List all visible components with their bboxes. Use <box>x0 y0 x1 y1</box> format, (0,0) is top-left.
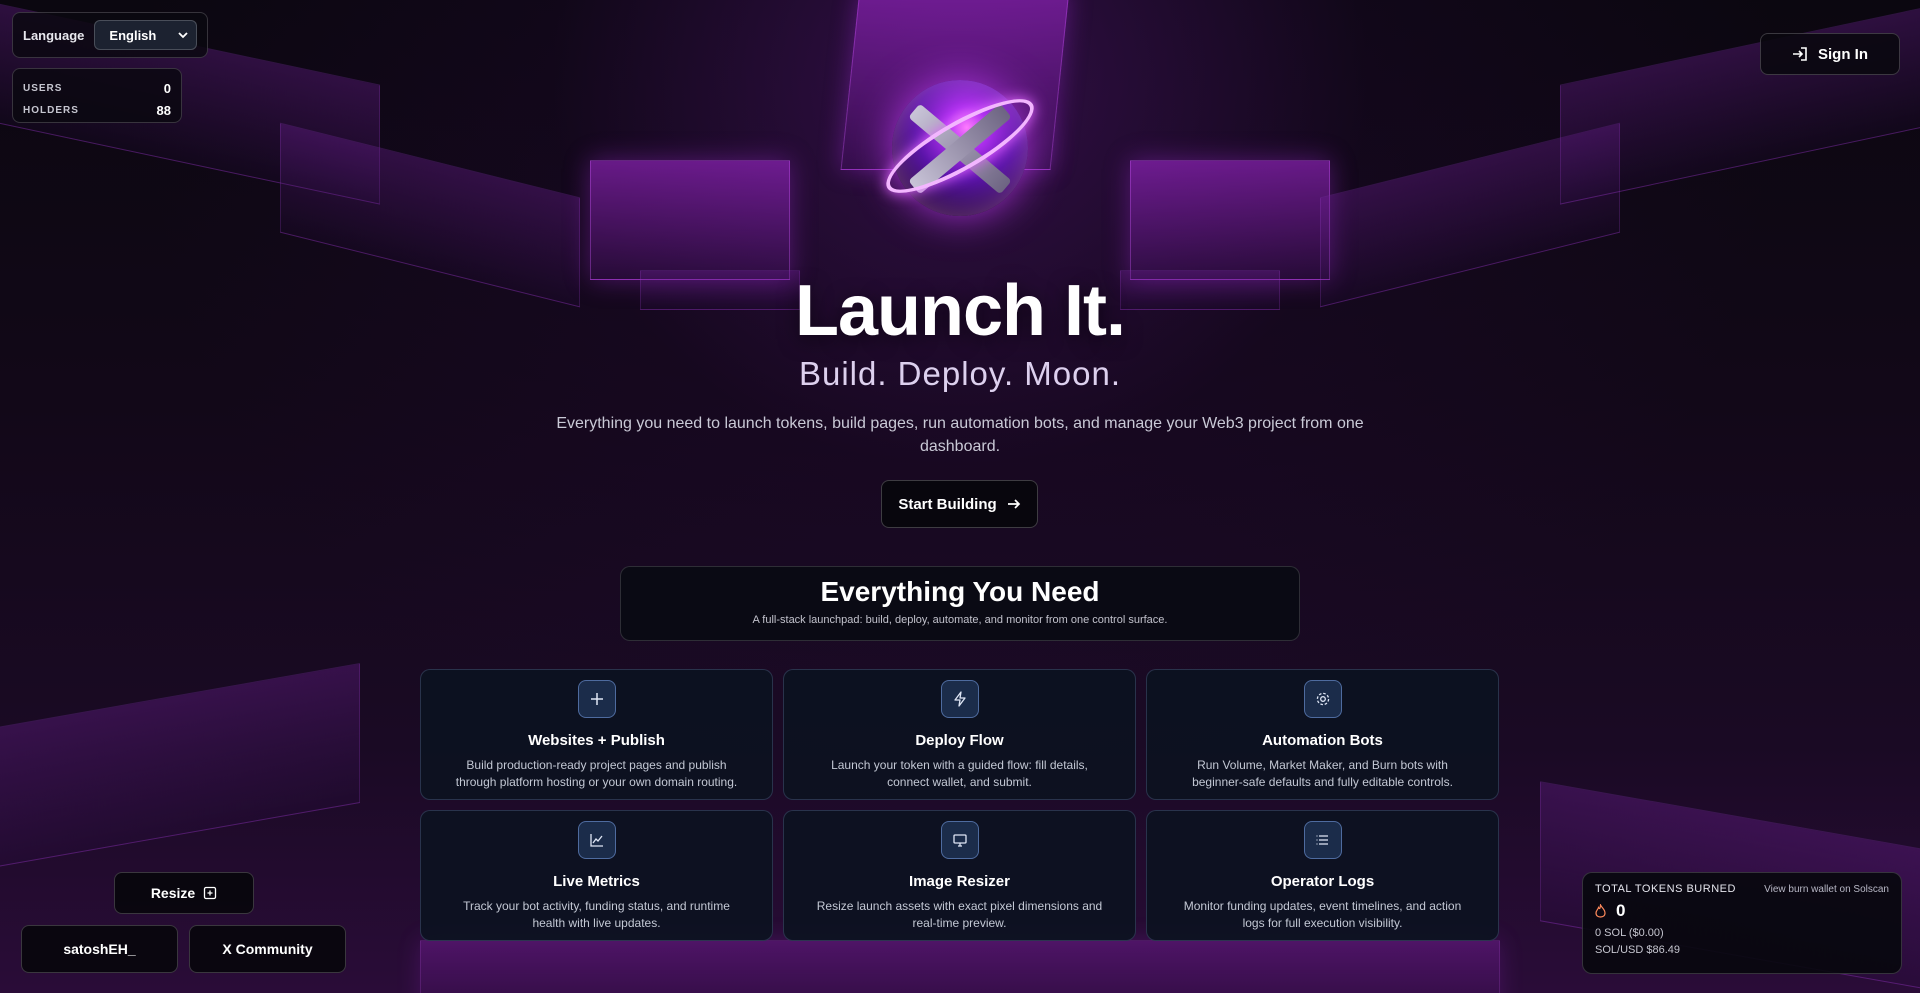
feature-description: Launch your token with a guided flow: fi… <box>831 758 1088 789</box>
features-header: Everything You Need A full-stack launchp… <box>620 566 1300 641</box>
language-select-value: English <box>109 27 157 43</box>
stat-users: USERS 0 <box>23 77 171 99</box>
satosh-profile-button[interactable]: satoshEH_ <box>21 925 178 973</box>
hero-title: Launch It. <box>795 271 1126 351</box>
hero-subtitle: Build. Deploy. Moon. <box>798 355 1122 392</box>
features-grid: Websites + Publish Build production-read… <box>420 669 1500 941</box>
lightning-icon <box>940 680 979 718</box>
logo-orb <box>875 70 1045 230</box>
feature-title: Live Metrics <box>553 873 640 890</box>
features-subtitle: A full-stack launchpad: build, deploy, a… <box>752 614 1168 626</box>
tokens-burned-widget: TOTAL TOKENS BURNED View burn wallet on … <box>1582 872 1902 974</box>
feature-title: Websites + Publish <box>528 732 665 749</box>
resize-button[interactable]: Resize <box>114 872 254 914</box>
sign-in-label: Sign In <box>1818 45 1868 63</box>
hero-description: Everything you need to launch tokens, bu… <box>556 415 1364 455</box>
tokens-burned-label: TOTAL TOKENS BURNED <box>1595 883 1736 895</box>
feature-description: Run Volume, Market Maker, and Burn bots … <box>1192 758 1453 789</box>
stat-holders-value: 88 <box>156 102 171 118</box>
feature-card-live-metrics[interactable]: Live Metrics Track your bot activity, fu… <box>420 810 773 941</box>
stat-users-value: 0 <box>163 80 171 96</box>
sol-usd-price: SOL/USD $86.49 <box>1595 944 1680 956</box>
stat-holders-label: HOLDERS <box>23 104 79 116</box>
start-building-button[interactable]: Start Building <box>881 480 1038 528</box>
resize-label: Resize <box>150 885 196 901</box>
flame-icon <box>1595 904 1606 918</box>
chevron-down-icon <box>178 32 188 39</box>
solscan-link[interactable]: View burn wallet on Solscan <box>1764 884 1889 895</box>
stat-holders: HOLDERS 88 <box>23 99 171 121</box>
feature-card-deploy-flow[interactable]: Deploy Flow Launch your token with a gui… <box>783 669 1136 800</box>
x-community-label: X Community <box>222 941 313 957</box>
feature-description: Build production-ready project pages and… <box>455 758 738 789</box>
feature-description: Monitor funding updates, event timelines… <box>1183 899 1462 930</box>
feature-card-operator-logs[interactable]: Operator Logs Monitor funding updates, e… <box>1146 810 1499 941</box>
satosh-label: satoshEH_ <box>63 941 136 957</box>
sign-in-icon <box>1793 47 1807 61</box>
feature-card-websites[interactable]: Websites + Publish Build production-read… <box>420 669 773 800</box>
feature-title: Operator Logs <box>1270 873 1375 890</box>
stats-panel: USERS 0 HOLDERS 88 <box>12 68 182 123</box>
sign-in-button[interactable]: Sign In <box>1760 33 1900 75</box>
tokens-burned-count: 0 <box>1616 901 1626 920</box>
burned-sol-value: 0 SOL ($0.00) <box>1595 927 1664 939</box>
monitor-icon <box>940 821 979 859</box>
start-building-label: Start Building <box>898 495 997 513</box>
features-title: Everything You Need <box>820 576 1100 607</box>
gear-icon <box>1303 680 1342 718</box>
feature-title: Image Resizer <box>909 873 1010 890</box>
feature-description: Resize launch assets with exact pixel di… <box>816 899 1103 930</box>
language-select[interactable]: English <box>94 20 197 50</box>
language-label: Language <box>23 27 85 43</box>
arrow-right-icon <box>1007 499 1020 509</box>
resize-icon <box>204 886 217 900</box>
x-community-button[interactable]: X Community <box>189 925 346 973</box>
chart-icon <box>577 821 616 859</box>
feature-card-image-resizer[interactable]: Image Resizer Resize launch assets with … <box>783 810 1136 941</box>
feature-card-automation-bots[interactable]: Automation Bots Run Volume, Market Maker… <box>1146 669 1499 800</box>
feature-title: Automation Bots <box>1262 732 1383 749</box>
language-selector-panel: Language English <box>12 12 208 58</box>
feature-title: Deploy Flow <box>915 732 1004 749</box>
feature-description: Track your bot activity, funding status,… <box>463 899 730 930</box>
plus-icon <box>577 680 616 718</box>
list-icon <box>1303 821 1342 859</box>
stat-users-label: USERS <box>23 82 63 94</box>
